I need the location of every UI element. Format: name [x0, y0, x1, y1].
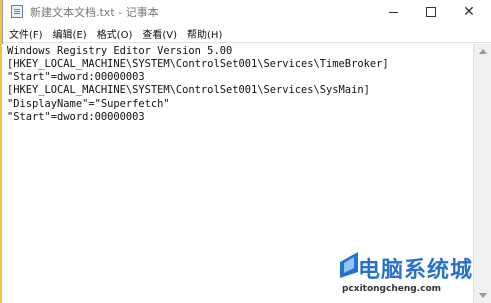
editor-line: "Start"=dword:00000003 [7, 111, 145, 123]
menu-bar: 文件(F) 编辑(E) 格式(O) 查看(V) 帮助(H) [3, 24, 491, 43]
editor-line: "DisplayName"="Superfetch" [7, 98, 170, 110]
watermark-url: pcxitongcheng.com [342, 284, 442, 294]
menu-edit[interactable]: 编辑(E) [53, 26, 87, 41]
title-bar[interactable]: 新建文本文档.txt - 记事本 ✕ [3, 0, 491, 24]
menu-format[interactable]: 格式(O) [97, 26, 133, 41]
maximize-icon [426, 7, 436, 17]
notepad-icon [11, 5, 23, 18]
menu-view[interactable]: 查看(V) [142, 26, 177, 41]
close-icon: ✕ [463, 4, 475, 20]
watermark-title: 电脑系统城 [358, 258, 474, 283]
close-button[interactable]: ✕ [451, 0, 487, 24]
minimize-button[interactable] [375, 0, 411, 24]
menu-file[interactable]: 文件(F) [9, 26, 43, 41]
editor-line: "Start"=dword:00000003 [7, 71, 145, 83]
editor-line: [HKEY_LOCAL_MACHINE\SYSTEM\ControlSet001… [7, 84, 370, 96]
minimize-icon [388, 11, 398, 13]
scroll-up-icon[interactable] [479, 49, 487, 54]
editor-line: Windows Registry Editor Version 5.00 [7, 45, 233, 57]
window-title: 新建文本文档.txt - 记事本 [30, 6, 159, 19]
menu-help[interactable]: 帮助(H) [187, 26, 222, 41]
watermark: 电脑系统城 pcxitongcheng.com [336, 232, 486, 302]
editor-line: [HKEY_LOCAL_MACHINE\SYSTEM\ControlSet001… [7, 58, 389, 70]
maximize-button[interactable] [413, 0, 449, 24]
